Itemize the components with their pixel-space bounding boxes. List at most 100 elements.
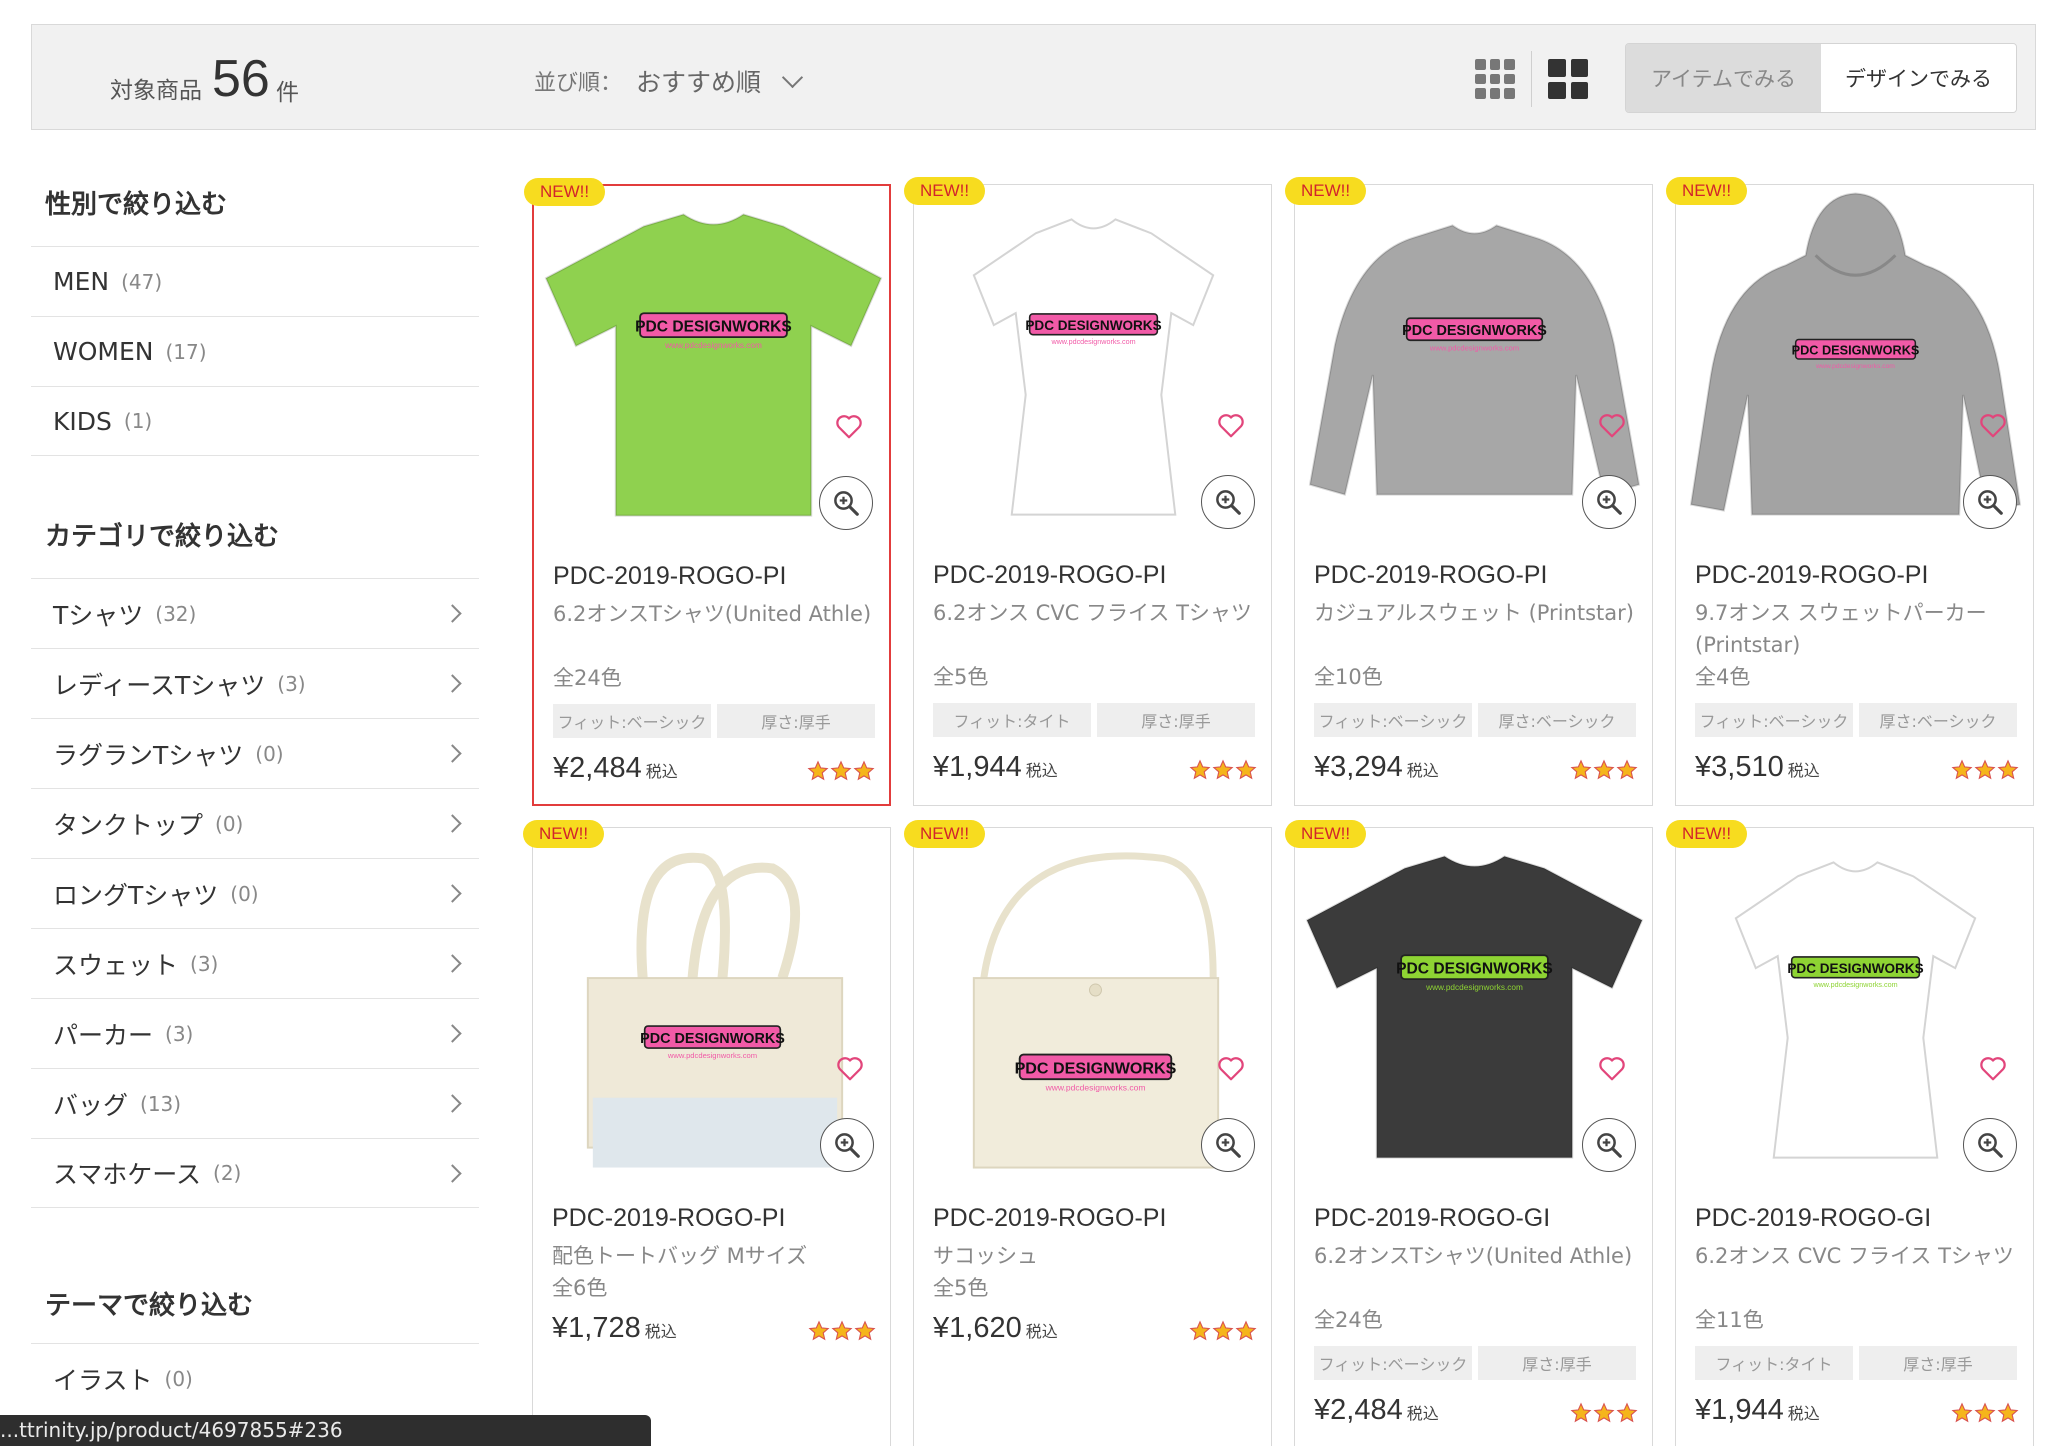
product-card[interactable]: NEW!! PDC DESIGNWORKS www.pdcdesignworks… bbox=[523, 820, 891, 1446]
zoom-icon[interactable] bbox=[819, 476, 873, 530]
rating-stars bbox=[808, 1320, 876, 1346]
product-price: ¥1,620 税込 bbox=[933, 1312, 1058, 1345]
zoom-icon[interactable] bbox=[1963, 475, 2017, 529]
heart-icon[interactable] bbox=[1973, 1048, 2013, 1088]
rating-stars bbox=[1189, 759, 1257, 785]
category-item-raglan[interactable]: ラグランTシャツ (0) bbox=[31, 718, 479, 788]
zoom-icon[interactable] bbox=[1963, 1118, 2017, 1172]
category-item-hoodie[interactable]: パーカー (3) bbox=[31, 998, 479, 1068]
category-filter-heading: カテゴリで絞り込む bbox=[45, 522, 280, 552]
category-item-sweat[interactable]: スウェット (3) bbox=[31, 928, 479, 998]
chevron-right-icon bbox=[443, 814, 462, 833]
product-tags: フィット:ベーシック 厚さ:ベーシック bbox=[1314, 703, 1636, 737]
svg-text:www.pdcdesignworks.com: www.pdcdesignworks.com bbox=[1050, 338, 1135, 346]
product-code: PDC-2019-ROGO-GI bbox=[1695, 1204, 1932, 1232]
gender-filter-heading: 性別で絞り込む bbox=[45, 190, 228, 220]
new-badge: NEW!! bbox=[904, 177, 986, 205]
category-item-ladies-tshirt[interactable]: レディースTシャツ (3) bbox=[31, 648, 479, 718]
tax-label: 税込 bbox=[645, 762, 678, 781]
star-icon bbox=[854, 1320, 876, 1346]
heart-icon[interactable] bbox=[1592, 1048, 1632, 1088]
product-card[interactable]: NEW!! PDC DESIGNWORKS www.pdcdesignworks… bbox=[1285, 820, 1653, 1446]
product-card[interactable]: NEW!! PDC DESIGNWORKS www.pdcdesignworks… bbox=[904, 820, 1272, 1446]
status-bar-url: ...ttrinity.jp/product/4697855#236 bbox=[0, 1415, 651, 1446]
star-icon bbox=[1593, 1402, 1615, 1428]
grid-large-view-icon[interactable] bbox=[1548, 59, 1588, 99]
product-card[interactable]: NEW!! PDC DESIGNWORKS www.pdcdesignworks… bbox=[1285, 177, 1653, 806]
tax-label: 税込 bbox=[1025, 761, 1058, 780]
filter-women[interactable]: WOMEN (17) bbox=[31, 316, 479, 386]
grid-small-view-icon[interactable] bbox=[1475, 59, 1515, 99]
product-price: ¥2,484 税込 bbox=[1314, 1394, 1439, 1427]
zoom-icon[interactable] bbox=[1582, 1118, 1636, 1172]
rating-stars bbox=[1951, 1402, 2019, 1428]
theme-item-illustration[interactable]: イラスト (0) bbox=[31, 1343, 479, 1413]
heart-icon[interactable] bbox=[1211, 1048, 1251, 1088]
view-by-item-button[interactable]: アイテムでみる bbox=[1626, 44, 1821, 112]
product-name: 6.2オンス CVC フライス Tシャツ bbox=[1695, 1244, 2014, 1268]
heart-icon[interactable] bbox=[1211, 405, 1251, 445]
product-colors: 全4色 bbox=[1695, 665, 1751, 689]
heart-icon[interactable] bbox=[1973, 405, 2013, 445]
star-icon bbox=[831, 1320, 853, 1346]
zoom-icon[interactable] bbox=[1201, 475, 1255, 529]
tag-thickness: 厚さ:厚手 bbox=[1097, 703, 1255, 737]
tax-label: 税込 bbox=[1787, 1404, 1820, 1423]
product-price: ¥3,294 税込 bbox=[1314, 751, 1439, 784]
star-icon bbox=[1997, 1402, 2019, 1428]
svg-text:PDC DESIGNWORKS: PDC DESIGNWORKS bbox=[640, 1031, 785, 1047]
svg-text:www.pdcdesignworks.com: www.pdcdesignworks.com bbox=[1815, 363, 1895, 370]
product-price: ¥3,510 税込 bbox=[1695, 751, 1820, 784]
result-count-label: 対象商品 bbox=[110, 78, 202, 104]
star-icon bbox=[1593, 759, 1615, 785]
chevron-right-icon bbox=[443, 1164, 462, 1183]
star-icon bbox=[853, 760, 875, 786]
category-item-tanktop[interactable]: タンクトップ (0) bbox=[31, 788, 479, 858]
product-name: 6.2オンス CVC フライス Tシャツ bbox=[933, 601, 1252, 625]
star-icon bbox=[1570, 1402, 1592, 1428]
svg-text:PDC DESIGNWORKS: PDC DESIGNWORKS bbox=[1792, 343, 1920, 358]
category-item-bag[interactable]: バッグ (13) bbox=[31, 1068, 479, 1138]
category-item-phone-case[interactable]: スマホケース (2) bbox=[31, 1138, 479, 1208]
star-icon bbox=[1997, 759, 2019, 785]
category-item-tshirt[interactable]: Tシャツ (32) bbox=[31, 578, 479, 648]
star-icon bbox=[1570, 759, 1592, 785]
rating-stars bbox=[1951, 759, 2019, 785]
filter-count: (3) bbox=[190, 951, 219, 976]
filter-kids[interactable]: KIDS (1) bbox=[31, 386, 479, 456]
star-icon bbox=[1212, 1320, 1234, 1346]
rating-stars bbox=[1189, 1320, 1257, 1346]
zoom-icon[interactable] bbox=[1201, 1118, 1255, 1172]
svg-text:PDC DESIGNWORKS: PDC DESIGNWORKS bbox=[1787, 961, 1923, 976]
filter-men[interactable]: MEN (47) bbox=[31, 246, 479, 316]
product-code: PDC-2019-ROGO-PI bbox=[1314, 561, 1548, 589]
star-icon bbox=[1951, 1402, 1973, 1428]
product-code: PDC-2019-ROGO-PI bbox=[933, 1204, 1167, 1232]
category-filter-list: Tシャツ (32) レディースTシャツ (3) ラグランTシャツ (0) タンクトップ… bbox=[31, 578, 479, 1208]
product-card[interactable]: NEW!! PDC DESIGNWORKS www.pdcdesignworks… bbox=[1666, 820, 2034, 1446]
product-code: PDC-2019-ROGO-PI bbox=[553, 562, 787, 590]
zoom-icon[interactable] bbox=[1582, 475, 1636, 529]
product-colors: 全5色 bbox=[933, 1276, 989, 1300]
product-name: サコッシュ bbox=[933, 1244, 1038, 1268]
rating-stars bbox=[807, 760, 875, 786]
tax-label: 税込 bbox=[1406, 761, 1439, 780]
heart-icon[interactable] bbox=[830, 1048, 870, 1088]
theme-filter-heading: テーマで絞り込む bbox=[45, 1291, 254, 1321]
star-icon bbox=[1189, 1320, 1211, 1346]
sort-dropdown[interactable]: 並び順： おすすめ順 bbox=[534, 61, 804, 101]
product-card[interactable]: NEW!! PDC DESIGNWORKS www.pdcdesignworks… bbox=[904, 177, 1272, 806]
filter-label: ロングTシャツ bbox=[53, 880, 219, 910]
new-badge: NEW!! bbox=[1666, 820, 1748, 848]
tag-thickness: 厚さ:ベーシック bbox=[1859, 703, 2017, 737]
product-card[interactable]: NEW!! PDC DESIGNWORKS www.pdcdesignworks… bbox=[1666, 177, 2034, 806]
zoom-icon[interactable] bbox=[820, 1118, 874, 1172]
filter-label: ラグランTシャツ bbox=[53, 740, 244, 770]
view-by-design-button[interactable]: デザインでみる bbox=[1821, 44, 2016, 112]
filter-count: (0) bbox=[255, 741, 284, 766]
product-card[interactable]: NEW!! PDC DESIGNWORKS www.pdcdesignworks… bbox=[524, 178, 891, 806]
category-item-long-tshirt[interactable]: ロングTシャツ (0) bbox=[31, 858, 479, 928]
heart-icon[interactable] bbox=[829, 406, 869, 446]
heart-icon[interactable] bbox=[1592, 405, 1632, 445]
product-colors: 全10色 bbox=[1314, 665, 1383, 689]
